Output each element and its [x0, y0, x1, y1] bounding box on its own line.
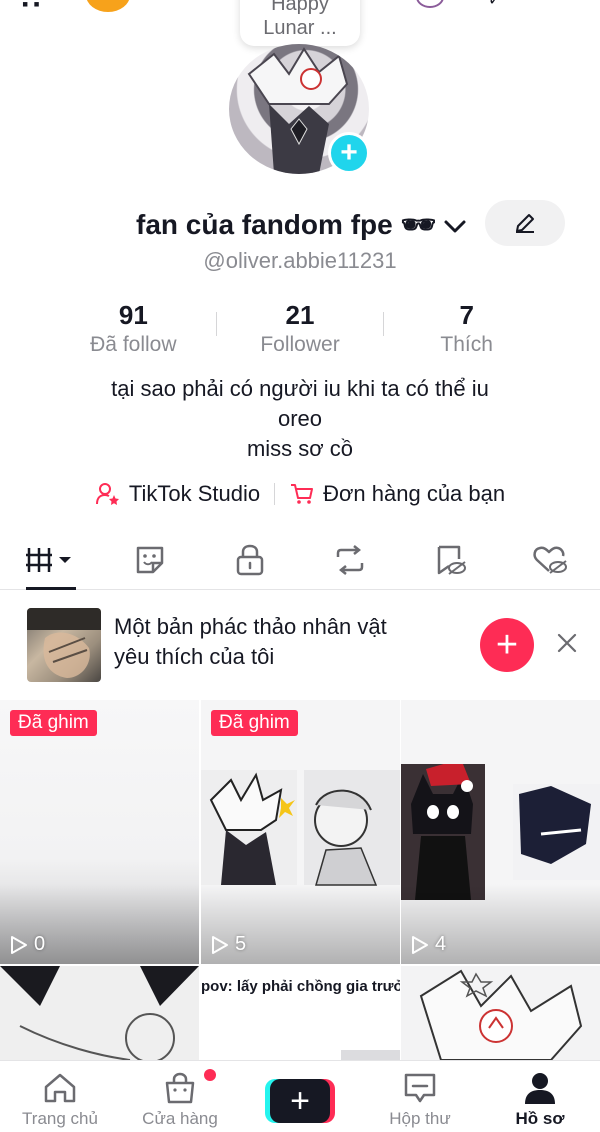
bottom-navigation: Trang chủ Cửa hàng + Hộp thư Hồ sơ	[0, 1060, 600, 1132]
notification-dot	[204, 1069, 216, 1081]
stat-label: Follower	[260, 333, 340, 356]
profile-name-row: fan của fandom fpe 🕶	[0, 200, 600, 250]
video-thumbnail[interactable]	[401, 966, 600, 1060]
create-button[interactable]: +	[265, 1079, 335, 1123]
draft-line: yêu thích của tôi	[114, 644, 275, 669]
sticker-icon	[136, 546, 164, 573]
inbox-icon	[404, 1073, 436, 1103]
stat-value: 21	[285, 300, 315, 330]
bio-line: tại sao phải có người iu khi ta có thể i…	[111, 376, 489, 401]
tab-reposts[interactable]	[300, 530, 400, 589]
tab-saved[interactable]	[400, 530, 500, 589]
draft-thumbnail	[27, 608, 101, 682]
tiktok-studio-label: TikTok Studio	[128, 481, 261, 506]
nav-inbox[interactable]: Hộp thư	[360, 1061, 480, 1132]
draft-banner[interactable]: Một bản phác thảo nhân vật yêu thích của…	[0, 598, 600, 694]
nav-shop[interactable]: Cửa hàng	[120, 1061, 240, 1132]
shopping-bag-icon	[165, 1072, 195, 1104]
nav-create[interactable]: +	[240, 1061, 360, 1132]
draft-line: Một bản phác thảo nhân vật	[114, 614, 387, 639]
tab-videos[interactable]	[0, 530, 100, 590]
nav-label: Hồ sơ	[515, 1109, 565, 1128]
view-count: 0	[10, 933, 45, 956]
view-count-value: 0	[34, 933, 46, 955]
stat-divider	[216, 312, 217, 336]
view-count: 4	[411, 933, 446, 956]
view-count-value: 5	[235, 933, 247, 955]
lunar-badge-icon	[86, 0, 130, 12]
home-icon	[44, 1073, 76, 1103]
bio-line: oreo	[277, 406, 323, 431]
stat-following[interactable]: 91 Đã follow	[50, 300, 217, 360]
draft-title: Một bản phác thảo nhân vật yêu thích của…	[114, 612, 454, 672]
video-thumbnail[interactable]	[0, 966, 199, 1060]
creator-star-icon	[95, 483, 119, 505]
tiktok-studio-link[interactable]: TikTok Studio	[95, 481, 260, 507]
stat-followers[interactable]: 21 Follower	[217, 300, 384, 360]
edit-profile-button[interactable]	[485, 200, 565, 246]
profile-person-icon	[525, 1073, 555, 1104]
profile-links: TikTok Studio Đơn hàng của bạn	[0, 476, 600, 512]
pinned-badge: Đã ghim	[211, 710, 298, 736]
play-icon	[212, 935, 228, 954]
video-thumbnail[interactable]: 4	[401, 700, 600, 964]
link-divider	[274, 483, 276, 505]
nav-label: Trang chủ	[22, 1109, 98, 1128]
video-caption: pov: lấy phải chồng gia trưởng.	[201, 978, 400, 995]
note-line-1: Happy	[271, 0, 329, 15]
stat-label: Đã follow	[90, 333, 177, 356]
close-icon[interactable]	[552, 628, 582, 658]
chevron-down-icon[interactable]	[440, 212, 470, 242]
pencil-icon	[516, 214, 534, 233]
play-icon	[412, 935, 428, 954]
nav-label: Cửa hàng	[142, 1109, 218, 1128]
orders-link[interactable]: Đơn hàng của bạn	[289, 481, 505, 507]
bookmark-hidden-icon	[437, 545, 466, 575]
nav-profile[interactable]: Hồ sơ	[480, 1061, 600, 1132]
video-thumbnail[interactable]: Đã ghim 5	[201, 700, 400, 964]
add-story-button[interactable]: +	[328, 132, 370, 174]
profile-name[interactable]: fan của fandom fpe 🕶	[136, 208, 436, 241]
nav-home[interactable]: Trang chủ	[0, 1061, 120, 1132]
videos-grid-icon	[26, 547, 71, 572]
pinned-badge: Đã ghim	[10, 710, 97, 736]
tab-liked[interactable]	[500, 530, 600, 589]
profile-bio: tại sao phải có người iu khi ta có thể i…	[0, 374, 600, 464]
menu-icon[interactable]: ✓	[488, 0, 501, 10]
nav-label: Hộp thư	[389, 1109, 451, 1128]
tab-private[interactable]	[200, 530, 300, 589]
thumbnail-image-strip	[341, 1050, 400, 1060]
orders-label: Đơn hàng của bạn	[323, 481, 506, 506]
lock-icon	[236, 544, 264, 575]
profile-stats: 91 Đã follow 21 Follower 7 Thích	[50, 300, 550, 360]
friends-icon[interactable]	[416, 0, 444, 8]
stat-value: 7	[459, 300, 474, 330]
stat-divider	[383, 312, 384, 336]
tab-favorites[interactable]	[100, 530, 200, 589]
note-line-2: Lunar ...	[263, 17, 337, 39]
plus-icon: +	[270, 1079, 330, 1123]
shopping-cart-icon	[291, 484, 314, 504]
video-thumbnail[interactable]: Đã ghim 0	[0, 700, 199, 964]
profile-note-bubble[interactable]: Happy Lunar ...	[240, 0, 360, 46]
status-icon: ▪ ▪	[22, 0, 40, 14]
stat-likes[interactable]: 7 Thích	[383, 300, 550, 360]
view-count-value: 4	[435, 933, 447, 955]
heart-hidden-icon	[533, 546, 567, 574]
profile-tabs	[0, 530, 600, 590]
play-icon	[11, 935, 27, 954]
stat-label: Thích	[440, 333, 493, 356]
draft-add-button[interactable]: +	[480, 618, 534, 672]
stat-value: 91	[118, 300, 148, 330]
username: @oliver.abbie11231	[203, 248, 397, 273]
view-count: 5	[211, 933, 246, 956]
repost-icon	[336, 544, 364, 575]
bio-line: miss sơ cồ	[246, 436, 354, 461]
video-thumbnail[interactable]: pov: lấy phải chồng gia trưởng.	[201, 966, 400, 1060]
